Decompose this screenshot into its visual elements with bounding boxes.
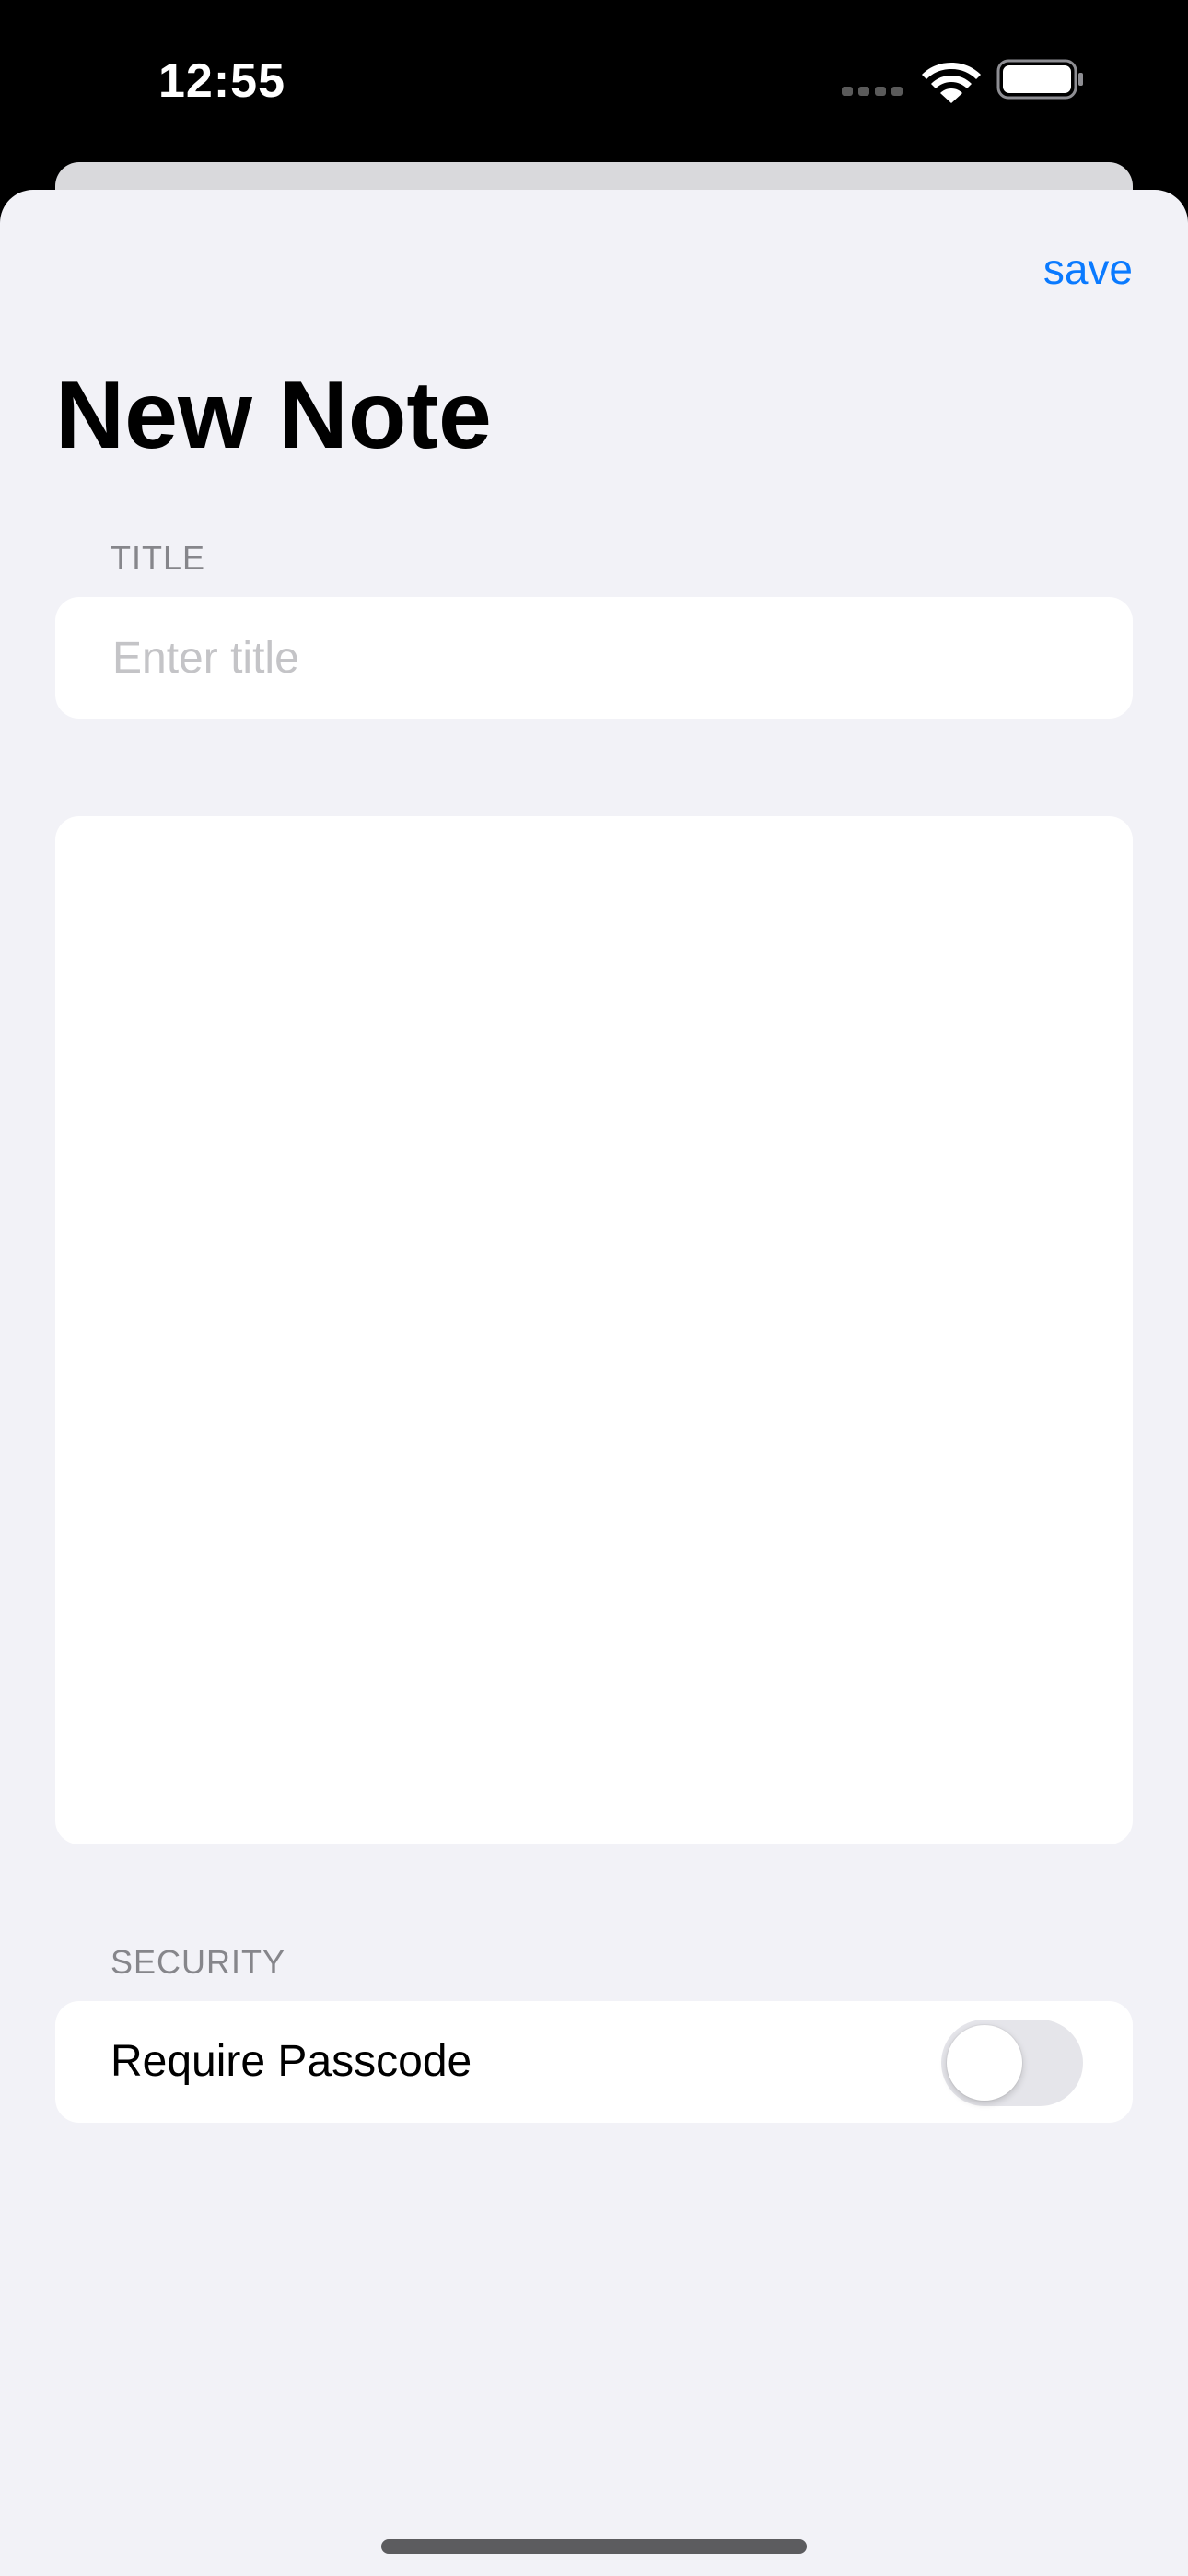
toggle-knob: [947, 2025, 1022, 2101]
cellular-signal-icon: [842, 87, 906, 100]
battery-icon: [996, 59, 1083, 100]
note-body-textarea[interactable]: [55, 816, 1133, 1844]
save-button[interactable]: save: [1043, 241, 1133, 297]
new-note-sheet: save New Note TITLE SECURITY Require Pas…: [0, 190, 1188, 2576]
screen: 12:55 save New Note TITLE SECURITY Requi…: [0, 0, 1188, 2576]
wifi-icon: [922, 63, 981, 103]
home-indicator[interactable]: [381, 2539, 807, 2554]
title-field-container: [55, 597, 1133, 719]
require-passcode-row: Require Passcode: [55, 2001, 1133, 2123]
page-title: New Note: [55, 362, 492, 469]
security-section-header: SECURITY: [111, 1943, 286, 1981]
require-passcode-label: Require Passcode: [111, 2037, 472, 2086]
status-time: 12:55: [158, 54, 285, 108]
require-passcode-toggle[interactable]: [941, 2020, 1083, 2106]
title-section-header: TITLE: [111, 539, 206, 577]
title-input[interactable]: [111, 631, 1090, 685]
